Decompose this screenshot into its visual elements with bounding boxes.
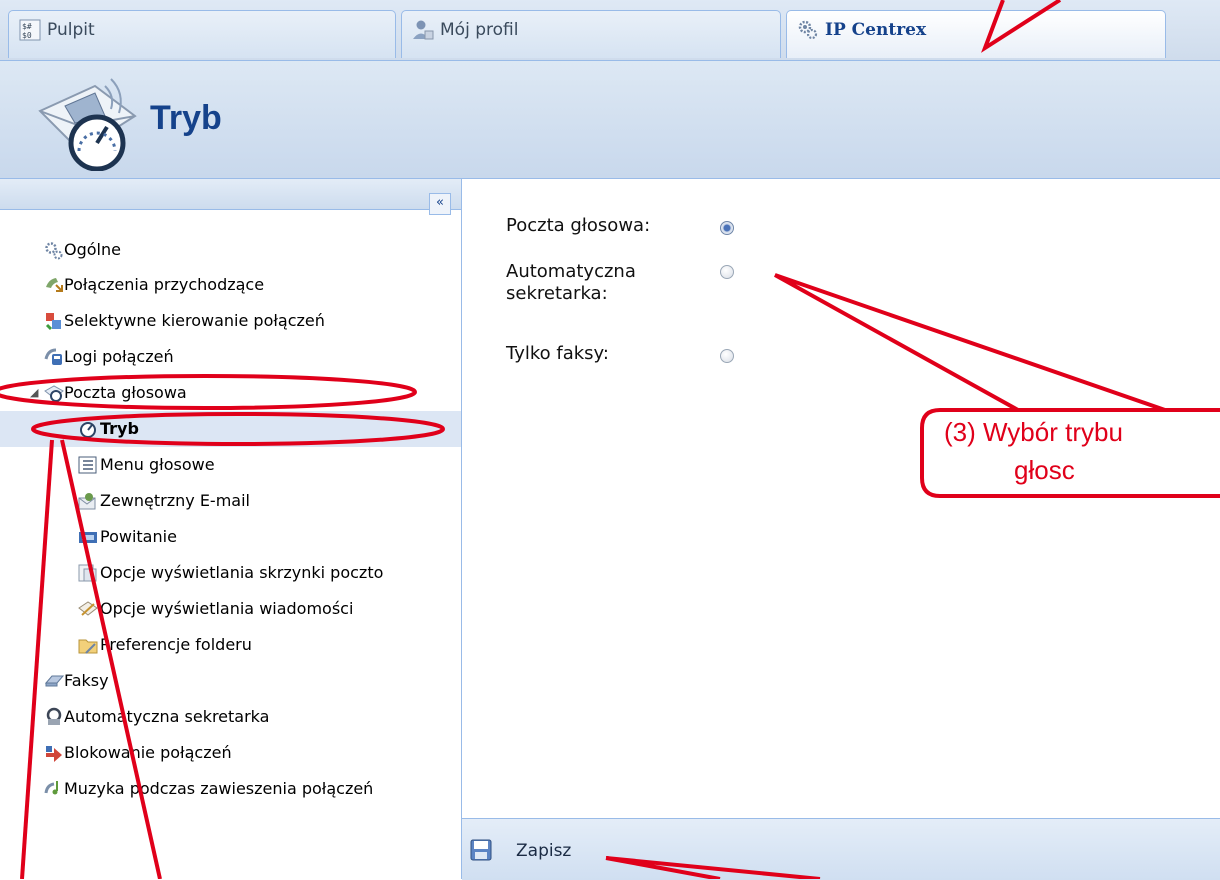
voice-menu-icon [78, 456, 97, 474]
tab-label: IP Centrex [825, 20, 927, 40]
message-display-icon [78, 601, 98, 616]
answering-machine-label-line1: Automatyczna [506, 261, 636, 282]
sidebar-item-blokowanie-polaczen[interactable]: Blokowanie połączeń [0, 735, 461, 771]
sidebar-item-label: Blokowanie połączeń [64, 743, 232, 762]
sidebar-item-label: Połączenia przychodzące [64, 275, 265, 294]
answering-machine-radio[interactable] [720, 265, 734, 279]
floppy-disk-icon [470, 839, 492, 861]
sidebar-item-label: Opcje wyświetlania wiadomości [100, 599, 354, 618]
fax-only-radio[interactable] [720, 349, 734, 363]
form-footer: Zapisz [462, 818, 1220, 880]
page-header: Tryb [0, 61, 1220, 179]
sidebar-item-tryb[interactable]: Tryb [0, 411, 461, 447]
page-title: Tryb [150, 99, 222, 137]
sidebar-toolbar [0, 179, 461, 210]
sidebar: « Ogólne Połączenia przychodzące Selekty… [0, 179, 462, 879]
sidebar-item-label: Muzyka podczas zawieszenia połączeń [64, 779, 374, 798]
gears-icon [45, 242, 63, 260]
sidebar-item-label: Automatyczna sekretarka [64, 707, 270, 726]
sidebar-item-selektywne-kierowanie[interactable]: Selektywne kierowanie połączeń [0, 303, 461, 339]
tab-label: Mój profil [440, 20, 519, 40]
sidebar-item-label: Selektywne kierowanie połączeń [64, 311, 325, 330]
folder-preferences-icon [78, 639, 98, 654]
tab-label: Pulpit [47, 20, 95, 40]
fax-only-label: Tylko faksy: [506, 343, 609, 364]
tab-moj-profil[interactable]: Mój profil [401, 10, 781, 58]
sidebar-tree: Ogólne Połączenia przychodzące Selektywn… [0, 233, 461, 807]
dashboard-icon: $# $0 [19, 19, 41, 41]
collapse-sidebar-button[interactable]: « [429, 193, 451, 215]
sidebar-item-menu-glosowe[interactable]: Menu głosowe [0, 447, 461, 483]
sidebar-item-poczta-glosowa[interactable]: ◢ Poczta głosowa [0, 375, 461, 411]
sidebar-item-label: Preferencje folderu [100, 635, 252, 654]
sidebar-item-label: Logi połączeń [64, 347, 174, 366]
selective-routing-icon [45, 313, 61, 331]
sidebar-item-logi-polaczen[interactable]: Logi połączeń [0, 339, 461, 375]
answering-machine-icon [46, 707, 62, 725]
save-label: Zapisz [516, 841, 572, 861]
sidebar-item-label: Menu głosowe [100, 455, 215, 474]
answering-machine-label-line2: sekretarka: [506, 283, 608, 304]
voicemail-mode-icon [38, 78, 137, 171]
sidebar-item-opcje-skrzynki[interactable]: Opcje wyświetlania skrzynki poczto [0, 555, 461, 591]
voicemail-label: Poczta głosowa: [506, 215, 651, 236]
gears-icon [798, 20, 818, 40]
annotation-callout-text: (3) Wybór trybu głosc [944, 413, 1220, 489]
expand-arrow-icon[interactable]: ◢ [30, 375, 38, 411]
sidebar-item-automatyczna-sekretarka[interactable]: Automatyczna sekretarka [0, 699, 461, 735]
answering-machine-label: Automatyczna sekretarka: [506, 261, 636, 305]
call-logs-icon [44, 348, 62, 365]
mode-form: Poczta głosowa: Automatyczna sekretarka:… [462, 179, 1220, 819]
tab-bar: $# $0 Pulpit Mój profil IP Centrex [0, 0, 1220, 61]
user-profile-icon [413, 20, 434, 40]
svg-text:$0: $0 [22, 31, 32, 40]
sidebar-item-powitanie[interactable]: Powitanie [0, 519, 461, 555]
voicemail-icon [44, 385, 64, 402]
tab-ip-centrex[interactable]: IP Centrex [786, 10, 1166, 58]
music-on-hold-icon [44, 781, 58, 795]
gauge-icon [80, 422, 96, 438]
sidebar-item-muzyka-zawieszenia[interactable]: Muzyka podczas zawieszenia połączeń [0, 771, 461, 807]
sidebar-item-faksy[interactable]: Faksy [0, 663, 461, 699]
tab-pulpit[interactable]: $# $0 Pulpit [8, 10, 396, 58]
sidebar-item-label: Zewnętrzny E-mail [100, 491, 250, 510]
sidebar-item-preferencje-folderu[interactable]: Preferencje folderu [0, 627, 461, 663]
sidebar-item-zewnetrzny-email[interactable]: Zewnętrzny E-mail [0, 483, 461, 519]
sidebar-item-ogolne[interactable]: Ogólne [0, 233, 461, 267]
sidebar-item-polaczenia-przychodzace[interactable]: Połączenia przychodzące [0, 267, 461, 303]
sidebar-item-label: Opcje wyświetlania skrzynki poczto [100, 563, 384, 582]
callout-line-1: (3) Wybór trybu [944, 417, 1123, 447]
sidebar-item-label: Faksy [64, 671, 109, 690]
svg-text:$#: $# [22, 22, 32, 31]
sidebar-item-label: Poczta głosowa [64, 383, 187, 402]
sidebar-item-label: Powitanie [100, 527, 177, 546]
voicemail-radio[interactable] [720, 221, 734, 235]
callout-line-2: głosc [1014, 455, 1075, 485]
mailbox-display-icon [78, 564, 97, 582]
greeting-icon [79, 532, 97, 543]
external-email-icon [78, 493, 96, 510]
sidebar-item-label: Ogólne [64, 240, 121, 259]
call-blocking-icon [46, 746, 62, 762]
incoming-calls-icon [46, 278, 63, 292]
sidebar-item-label: Tryb [100, 419, 139, 438]
fax-icon [44, 675, 64, 687]
sidebar-item-opcje-wiadomosci[interactable]: Opcje wyświetlania wiadomości [0, 591, 461, 627]
